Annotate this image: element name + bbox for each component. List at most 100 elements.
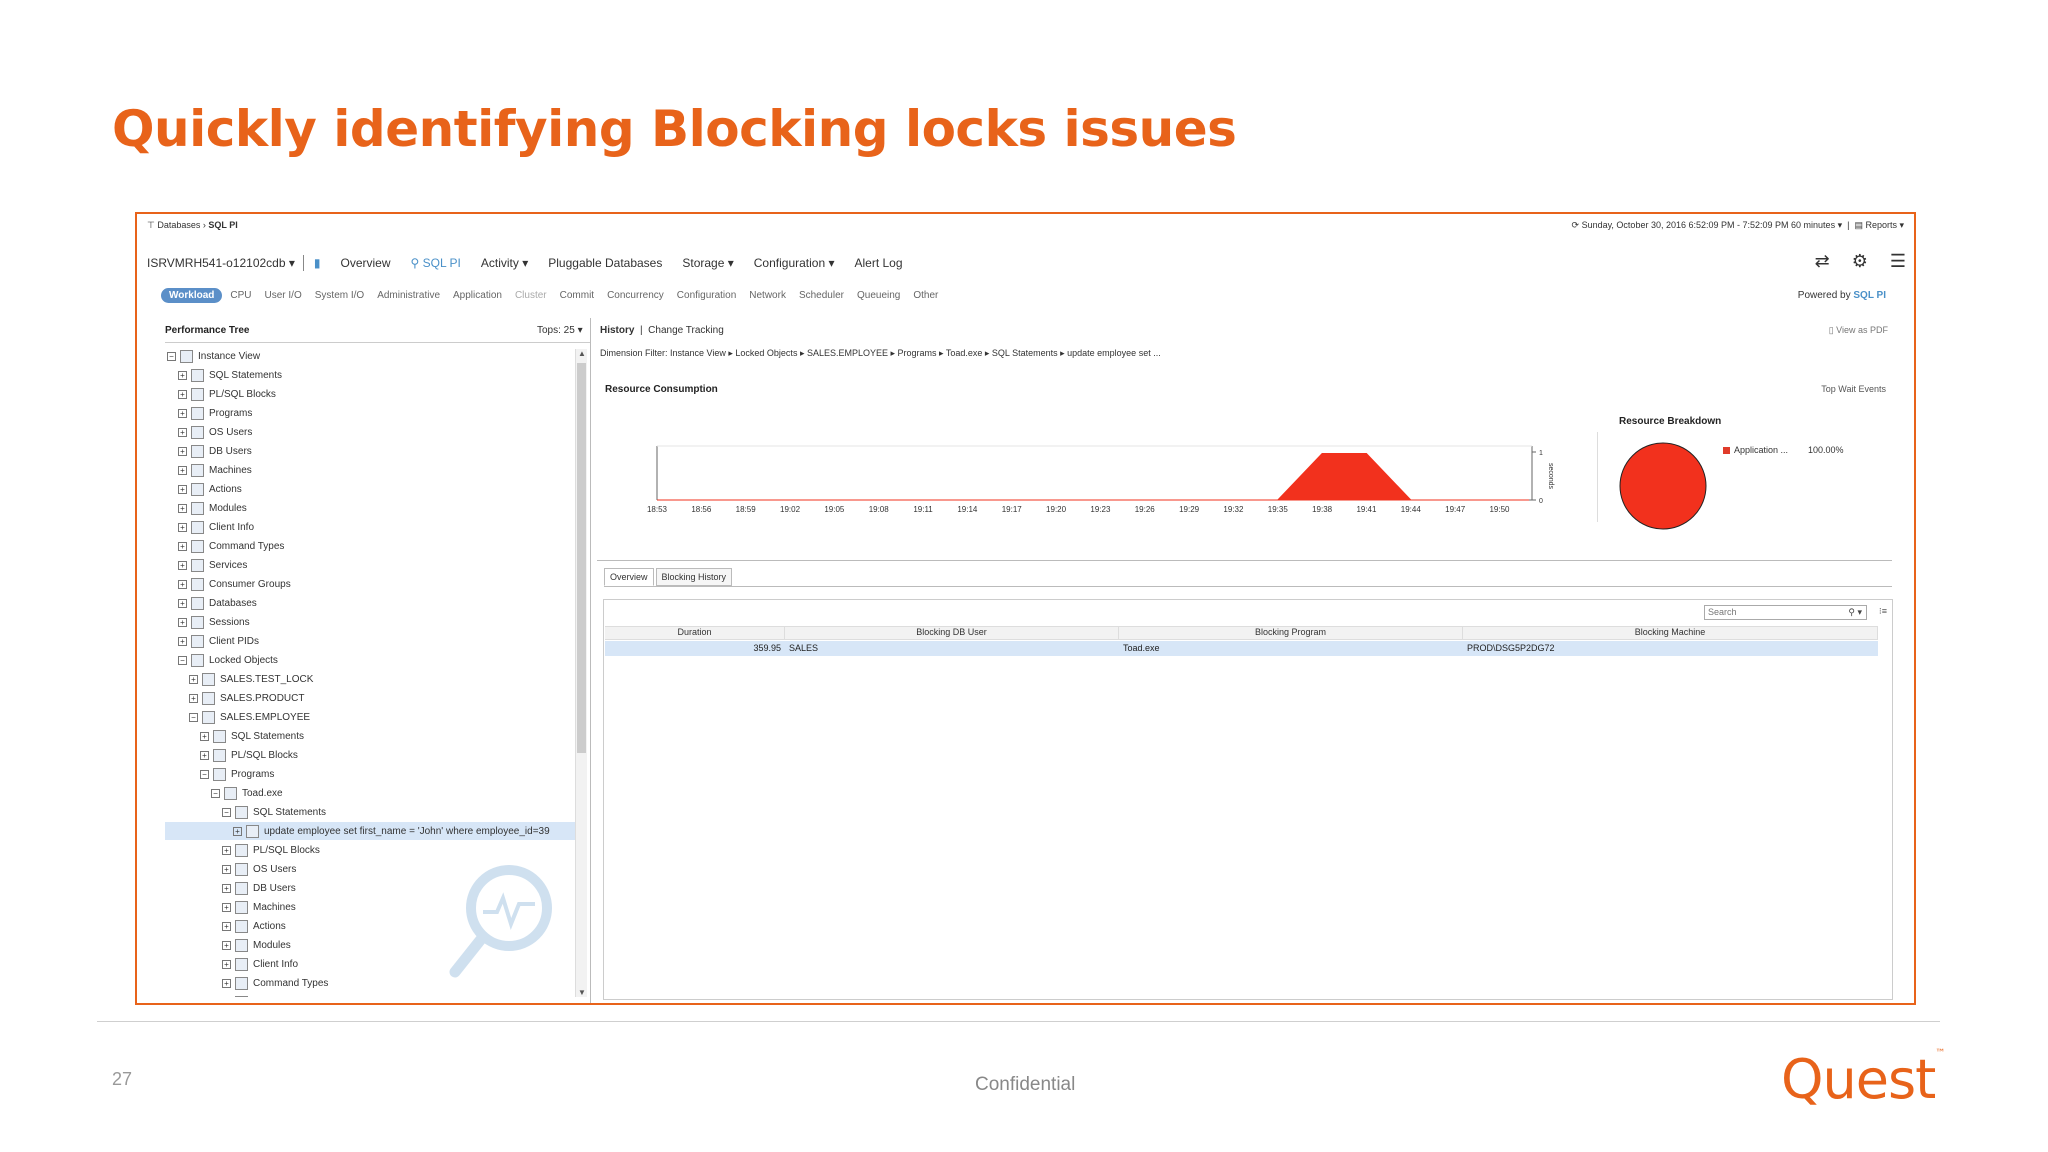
nav-configuration[interactable]: Configuration ▾ xyxy=(754,256,835,270)
expand-icon[interactable]: + xyxy=(178,370,187,380)
panel-splitter[interactable] xyxy=(590,318,591,1003)
tree-node[interactable]: − SALES.EMPLOYEE xyxy=(165,708,575,726)
tree-node[interactable]: − SQL Statements xyxy=(165,803,575,821)
expand-icon[interactable]: + xyxy=(233,826,242,836)
expand-icon[interactable]: + xyxy=(222,902,231,912)
tab-application[interactable]: Application xyxy=(453,290,502,301)
tree-node[interactable]: − Instance View xyxy=(165,347,575,365)
tree-node[interactable]: + Machines xyxy=(165,461,575,479)
tree-node[interactable]: + SQL Statements xyxy=(165,366,575,384)
expand-icon[interactable]: + xyxy=(189,674,198,684)
tree-node[interactable]: +Services xyxy=(165,993,575,997)
tree-node[interactable]: + SALES.PRODUCT xyxy=(165,689,575,707)
expand-icon[interactable]: + xyxy=(178,541,187,551)
tree-node-selected[interactable]: + update employee set first_name = 'John'… xyxy=(165,822,575,840)
tab-concurrency[interactable]: Concurrency xyxy=(607,290,664,301)
tab-queueing[interactable]: Queueing xyxy=(857,290,900,301)
legend-label-application[interactable]: Application ... xyxy=(1734,445,1788,455)
expand-icon[interactable]: + xyxy=(222,978,231,988)
tree-node[interactable]: + Sessions xyxy=(165,613,575,631)
tab-workload[interactable]: Workload xyxy=(161,288,223,303)
expand-icon[interactable]: + xyxy=(222,940,231,950)
tree-node[interactable]: + OS Users xyxy=(165,423,575,441)
tops-selector[interactable]: Tops: 25 ▾ xyxy=(537,325,583,336)
tree-node[interactable]: +Services xyxy=(165,556,575,574)
expand-icon[interactable]: + xyxy=(178,408,187,418)
menu-icon[interactable]: ☰ xyxy=(1890,251,1906,272)
top-wait-events-link[interactable]: Top Wait Events xyxy=(1821,384,1886,394)
tab-blocking-history[interactable]: Blocking History xyxy=(655,568,733,586)
columns-icon[interactable]: ⁝≡ xyxy=(1879,606,1887,617)
tab-cluster[interactable]: Cluster xyxy=(515,290,547,301)
tree-node[interactable]: + Consumer Groups xyxy=(165,575,575,593)
expand-icon[interactable]: + xyxy=(178,389,187,399)
instance-icon[interactable]: ▮ xyxy=(314,256,321,270)
expand-icon[interactable]: + xyxy=(222,845,231,855)
expand-icon[interactable]: + xyxy=(200,731,209,741)
expand-icon[interactable]: + xyxy=(178,427,187,437)
tree-node[interactable]: − Toad.exe xyxy=(165,784,575,802)
tab-user-io[interactable]: User I/O xyxy=(265,290,302,301)
tab-scheduler[interactable]: Scheduler xyxy=(799,290,844,301)
tab-history[interactable]: History xyxy=(600,325,634,336)
pie-slice-0[interactable] xyxy=(1619,442,1707,530)
search-input[interactable]: Search ⚲ ▾ xyxy=(1704,605,1867,620)
nav-alert-log[interactable]: Alert Log xyxy=(855,256,903,270)
tree-node[interactable]: − Programs xyxy=(165,765,575,783)
search-icon[interactable]: ⚲ ▾ xyxy=(1848,606,1862,619)
collapse-icon[interactable]: − xyxy=(211,788,220,798)
tree-node[interactable]: + Modules xyxy=(165,499,575,517)
tree-node[interactable]: + PL/SQL Blocks xyxy=(165,841,575,859)
tree-node[interactable]: + Client PIDs xyxy=(165,632,575,650)
tree-node[interactable]: + Programs xyxy=(165,404,575,422)
nav-storage[interactable]: Storage ▾ xyxy=(682,256,733,270)
tab-network[interactable]: Network xyxy=(749,290,786,301)
expand-icon[interactable]: + xyxy=(178,617,187,627)
col-blocking-program[interactable]: Blocking Program xyxy=(1119,627,1463,639)
collapse-icon[interactable]: − xyxy=(222,807,231,817)
expand-icon[interactable]: + xyxy=(178,560,187,570)
breadcrumb-databases[interactable]: Databases xyxy=(157,220,200,230)
gear-icon[interactable]: ⚙ xyxy=(1852,251,1868,272)
view-as-pdf-link[interactable]: ▯ View as PDF xyxy=(1829,325,1888,336)
col-duration[interactable]: Duration xyxy=(605,627,785,639)
tree-node[interactable]: + PL/SQL Blocks xyxy=(165,746,575,764)
scroll-down-icon[interactable]: ▼ xyxy=(578,988,586,997)
expand-icon[interactable]: + xyxy=(222,883,231,893)
expand-icon[interactable]: + xyxy=(178,484,187,494)
expand-icon[interactable]: + xyxy=(178,503,187,513)
expand-icon[interactable]: + xyxy=(178,598,187,608)
tree-scrollbar[interactable]: ▲ ▼ xyxy=(575,349,587,997)
tree-node[interactable]: + Databases xyxy=(165,594,575,612)
expand-icon[interactable]: + xyxy=(222,864,231,874)
tab-system-io[interactable]: System I/O xyxy=(315,290,364,301)
expand-icon[interactable]: + xyxy=(222,921,231,931)
tree-node[interactable]: + Actions xyxy=(165,480,575,498)
reports-menu[interactable]: Reports xyxy=(1865,220,1897,230)
tab-cpu[interactable]: CPU xyxy=(230,290,251,301)
tree-node[interactable]: + Client Info xyxy=(165,518,575,536)
collapse-icon[interactable]: − xyxy=(167,351,176,361)
expand-icon[interactable]: + xyxy=(189,693,198,703)
refresh-icon[interactable]: ⇄ xyxy=(1815,251,1830,272)
tab-configuration[interactable]: Configuration xyxy=(677,290,736,301)
expand-icon[interactable]: + xyxy=(222,959,231,969)
scroll-up-icon[interactable]: ▲ xyxy=(578,349,586,358)
tab-change-tracking[interactable]: Change Tracking xyxy=(648,325,724,336)
nav-activity[interactable]: Activity ▾ xyxy=(481,256,528,270)
expand-icon[interactable]: + xyxy=(178,579,187,589)
tab-administrative[interactable]: Administrative xyxy=(377,290,440,301)
expand-icon[interactable]: + xyxy=(178,446,187,456)
tab-commit[interactable]: Commit xyxy=(560,290,594,301)
nav-sqlpi[interactable]: ⚲ SQL PI xyxy=(411,256,461,270)
collapse-icon[interactable]: − xyxy=(178,655,187,665)
collapse-icon[interactable]: − xyxy=(200,769,209,779)
tree-node[interactable]: + PL/SQL Blocks xyxy=(165,385,575,403)
col-blocking-db-user[interactable]: Blocking DB User xyxy=(785,627,1119,639)
collapse-icon[interactable]: − xyxy=(189,712,198,722)
tab-other[interactable]: Other xyxy=(913,290,938,301)
tree-node[interactable]: + SQL Statements xyxy=(165,727,575,745)
tree-node[interactable]: − Locked Objects xyxy=(165,651,575,669)
nav-pluggable-databases[interactable]: Pluggable Databases xyxy=(548,256,662,270)
expand-icon[interactable]: + xyxy=(178,522,187,532)
